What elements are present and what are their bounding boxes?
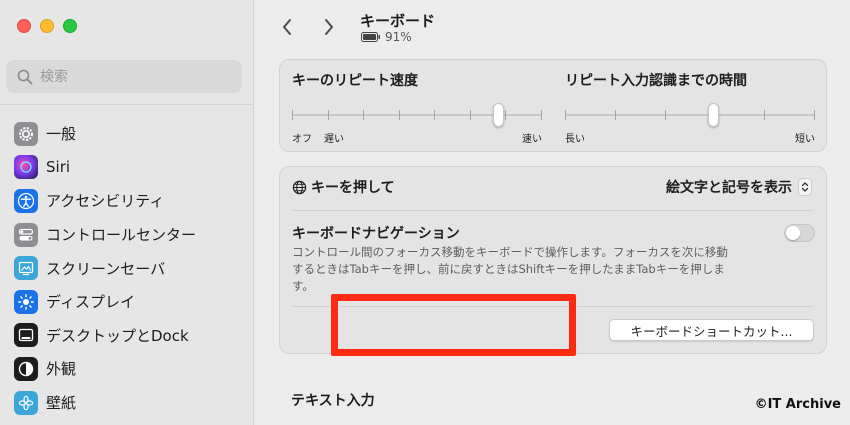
slider-tick <box>292 110 293 120</box>
search-input[interactable] <box>40 68 220 85</box>
sidebar: 一般 Siri アクセシビリティ <box>0 0 254 425</box>
sidebar-divider <box>0 104 254 105</box>
siri-icon <box>14 155 38 180</box>
sidebar-item-screensaver[interactable]: スクリーンセーバ <box>14 251 196 285</box>
text-input-section-title: テキスト入力 <box>291 393 375 409</box>
forward-button[interactable] <box>317 14 341 40</box>
sidebar-item-label: アクセシビリティ <box>46 192 165 211</box>
watermark: ©IT Archive <box>754 397 841 412</box>
sidebar-item-label: コントロールセンター <box>46 226 197 245</box>
slider-tick <box>541 110 542 120</box>
repeat-delay-title: リピート入力認識までの時間 <box>565 73 747 89</box>
globe-key-row: キーを押して <box>292 177 395 197</box>
globe-key-popup[interactable]: 絵文字と記号を表示 <box>666 177 812 197</box>
battery-icon <box>361 32 380 42</box>
key-repeat-slider-knob[interactable] <box>493 103 504 127</box>
slider-tick <box>665 110 666 120</box>
zoom-button[interactable] <box>63 19 77 33</box>
globe-key-label: キーを押して <box>311 180 395 196</box>
slider-label-slow: 遅い <box>324 134 344 145</box>
back-button[interactable] <box>275 14 299 40</box>
sidebar-item-general[interactable]: 一般 <box>14 117 196 151</box>
slider-tick <box>615 110 616 120</box>
sidebar-item-appearance[interactable]: 外観 <box>14 352 196 386</box>
accessibility-icon <box>14 188 38 213</box>
control-center-icon <box>14 222 38 247</box>
sidebar-item-label: デスクトップとDock <box>46 326 189 345</box>
chevron-updown-icon <box>798 178 812 196</box>
globe-key-value: 絵文字と記号を表示 <box>666 180 792 196</box>
slider-tick <box>399 110 400 120</box>
sidebar-item-label: スクリーンセーバ <box>46 259 166 278</box>
keyboard-shortcuts-button[interactable]: キーボードショートカット... <box>609 319 814 341</box>
slider-label-short: 短い <box>795 134 815 145</box>
dock-icon <box>14 323 38 348</box>
sidebar-item-label: 外観 <box>46 360 77 379</box>
chevron-right-icon <box>325 19 333 35</box>
row-divider <box>292 210 814 211</box>
globe-icon <box>292 180 307 194</box>
sidebar-item-siri[interactable]: Siri <box>14 151 196 185</box>
toggle-knob <box>786 226 800 240</box>
keyboard-navigation-description: コントロール間のフォーカス移動をキーボードで操作します。フォーカスを次に移動する… <box>292 245 728 293</box>
key-repeat-slider[interactable] <box>292 103 542 127</box>
chevron-left-icon <box>283 19 291 35</box>
sidebar-item-label: 一般 <box>46 125 77 144</box>
sidebar-item-label: 壁紙 <box>46 394 77 413</box>
battery-level: 91% <box>385 30 412 44</box>
sidebar-item-accessibility[interactable]: アクセシビリティ <box>14 184 196 218</box>
repeat-delay-slider[interactable] <box>565 103 815 127</box>
sidebar-item-control-center[interactable]: コントロールセンター <box>14 218 196 252</box>
slider-label-fast: 速い <box>522 134 542 145</box>
wallpaper-icon <box>14 390 38 415</box>
slider-label-long: 長い <box>565 134 585 145</box>
gear-icon <box>14 121 38 146</box>
sidebar-item-display[interactable]: ディスプレイ <box>14 285 196 319</box>
search-icon <box>17 69 33 84</box>
highlight-box <box>331 294 576 356</box>
display-icon <box>14 289 38 314</box>
slider-tick <box>505 110 506 120</box>
close-button[interactable] <box>17 19 31 33</box>
keyboard-navigation-title: キーボードナビゲーション <box>292 226 460 242</box>
slider-label-off: オフ <box>292 134 312 145</box>
window-controls <box>17 19 77 33</box>
repeat-settings-card: キーのリピート速度 オフ 遅い 速い リピート入力認識までの時間 長い 短い <box>279 59 827 152</box>
appearance-icon <box>14 356 38 381</box>
repeat-delay-section: リピート入力認識までの時間 長い 短い <box>565 70 815 145</box>
slider-tick <box>434 110 435 120</box>
key-repeat-title: キーのリピート速度 <box>292 73 418 89</box>
search-field[interactable] <box>6 60 242 93</box>
key-repeat-section: キーのリピート速度 オフ 遅い 速い <box>292 70 542 145</box>
page-title: キーボード <box>360 12 436 30</box>
minimize-button[interactable] <box>40 19 54 33</box>
slider-tick <box>764 110 765 120</box>
screensaver-icon <box>14 256 38 281</box>
sidebar-item-wallpaper[interactable]: 壁紙 <box>14 386 196 420</box>
repeat-delay-slider-knob[interactable] <box>708 103 719 127</box>
keyboard-navigation-toggle[interactable] <box>784 224 815 242</box>
slider-tick <box>814 110 815 120</box>
slider-tick <box>328 110 329 120</box>
slider-tick <box>470 110 471 120</box>
sidebar-item-label: ディスプレイ <box>46 293 135 312</box>
slider-tick <box>363 110 364 120</box>
sidebar-item-desktop-dock[interactable]: デスクトップとDock <box>14 319 196 353</box>
battery-status: 91% <box>361 30 412 44</box>
slider-tick <box>565 110 566 120</box>
sidebar-item-label: Siri <box>46 158 71 177</box>
main-panel: キーボード 91% キーのリピート速度 オフ 遅い 速い リピート入力認識までの… <box>255 0 850 425</box>
sidebar-list: 一般 Siri アクセシビリティ コントロールセンター スクリーンセーバ ディス… <box>14 117 196 419</box>
